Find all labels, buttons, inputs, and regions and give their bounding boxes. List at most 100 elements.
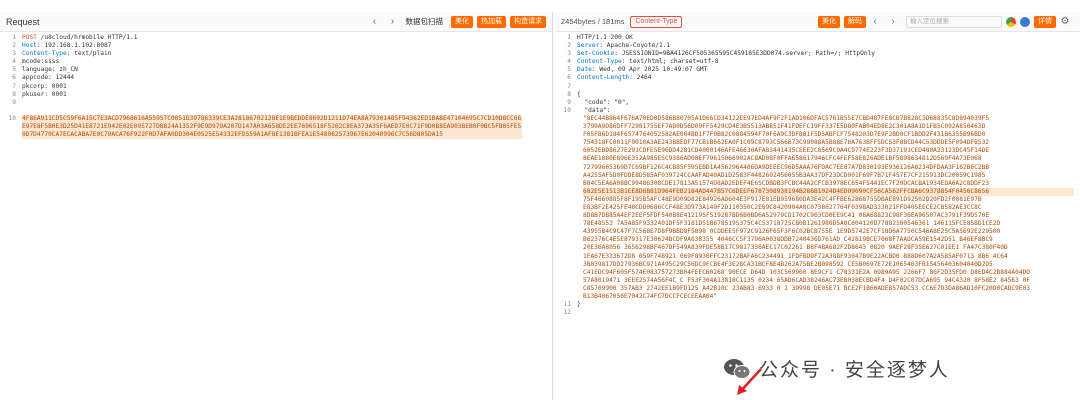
detail-button[interactable]: 详情: [1034, 15, 1056, 28]
code-line: 7: [555, 83, 1080, 91]
header-name: Server: [577, 42, 600, 50]
response-editor[interactable]: 1 HTTP/1.1 200 OK 2 Server: Apache-Coyote/1…: [555, 34, 1080, 400]
response-size: 2454bytes / 181ms: [561, 17, 625, 26]
ciphertext-row: C41EDC94F605F574E083757273B04FEECB0268 9…: [583, 268, 1031, 276]
chevron-left-icon[interactable]: ‹: [869, 16, 881, 28]
beautify-button[interactable]: 美化: [818, 15, 840, 28]
code-text: "code": "0",: [577, 98, 630, 106]
content-type-badge[interactable]: Content-Type: [630, 15, 683, 28]
request-path: /u8cloud/hrmobile HTTP/1.1: [36, 34, 138, 41]
line-number: 2: [12, 42, 16, 50]
ciphertext-row: 754318FC0011F0010A3AE2438BEDF77CB1B662EA…: [583, 139, 990, 147]
browser-icon[interactable]: [1020, 16, 1030, 27]
ciphertext-row: C85709900 357AB3 2742EE1B9FD125 A42B10C …: [583, 284, 1031, 292]
build-request-button[interactable]: 构造请求: [510, 15, 546, 28]
code-line: 10 4F86A911CD5C59F6A15C7E3ACD7968616A5595…: [0, 114, 552, 140]
response-toolbar: 2454bytes / 181ms Content-Type 美化 解码 ‹ ›…: [555, 12, 1080, 32]
line-number: 3: [12, 50, 16, 58]
code-line: 7 pkcorp: 0001: [0, 83, 552, 91]
code-line: 1 POST /u8cloud/hrmobile HTTP/1.1: [0, 34, 552, 42]
header-value: : 2464: [629, 74, 652, 82]
header-name: Content-Type: [577, 58, 622, 66]
ciphertext-row: 72799665369D7C69BF126C4C885F595EBD1A4562…: [583, 163, 990, 171]
code-line: 9 "code": "0",: [555, 99, 1080, 107]
ciphertext-row: 8D8B7DB85A4EF2EEF5FDF540B8E412195F519287…: [583, 212, 990, 220]
header-name: Date: [577, 66, 592, 74]
request-editor[interactable]: 1 POST /u8cloud/hrmobile HTTP/1.1 2 Host: 1…: [0, 34, 552, 400]
beautify-button[interactable]: 美化: [451, 15, 473, 28]
header-value: : Apache-Coyote/1.1: [599, 42, 671, 50]
ciphertext-row: 8EAE1880E896E352A985E5C9386AD00EF7961506…: [583, 155, 982, 163]
ciphertext-row: 78E48553 7A5A85F9332401DF5F3181D51867851…: [583, 220, 1001, 228]
line-number: 5: [12, 66, 16, 74]
request-pane: Request ‹ › 数据包扫描 美化 热加载 构造请求 1 POST /u8c…: [0, 12, 553, 400]
line-number: 6: [12, 74, 16, 82]
settings-icon[interactable]: ⚙: [1059, 16, 1071, 28]
response-pane: 2454bytes / 181ms Content-Type 美化 解码 ‹ ›…: [555, 12, 1080, 400]
code-line: 11}: [555, 301, 1080, 309]
line-number: 1: [567, 34, 571, 41]
chevron-right-icon[interactable]: ›: [387, 16, 399, 28]
line-number: 10: [8, 114, 16, 122]
header-name: Content-Type: [22, 50, 67, 58]
ciphertext-row: 43955B4C9C47F7C568E7D8F9BBD8F5898 0CDDEE…: [583, 228, 1001, 236]
response-data-ciphertext[interactable]: "8EC44B864F676A70ED0D586B80705A1D66CD341…: [555, 115, 1080, 301]
code-text: pkuser: 0001: [22, 90, 67, 98]
ciphertext-row: B13B4067056E7042C74FC7DCCFCECEEAA04": [583, 293, 718, 300]
header-name: Host: [22, 42, 37, 50]
ciphertext-row: "8EC44B864F676A70ED0D586B80705A1D66CD341…: [583, 114, 990, 122]
code-line: 3 Content-Type: text/plain: [0, 50, 552, 58]
request-body-ciphertext[interactable]: 4F86A911CD5C59F6A15C7E3ACD7968616A55957C…: [22, 114, 522, 140]
code-line: 12: [555, 309, 1080, 317]
chevron-right-icon[interactable]: ›: [887, 16, 899, 28]
ciphertext-row: F05FB6D184F6574764052582AE004BD1F7F0B82C…: [583, 131, 986, 139]
line-number: 3: [567, 50, 571, 58]
code-line: 1 HTTP/1.1 200 OK: [555, 34, 1080, 42]
header-name: Set-Cookie: [577, 50, 615, 58]
request-title: Request: [6, 16, 40, 27]
ciphertext-row: A4255AF5D0FDDE8D585AF039724CCAAFAD40AD1D…: [583, 171, 986, 179]
ciphertext-row: 75F4660885F8F195B5AFC48E9D09D82E84926AD6…: [583, 195, 982, 203]
chrome-icon[interactable]: [1006, 16, 1016, 27]
code-line: 3 Set-Cookie: JSESSIONID=9BA4126CF5053655…: [555, 50, 1080, 58]
hot-reload-button[interactable]: 热加载: [477, 15, 506, 28]
http-method: POST: [22, 34, 37, 41]
decode-button[interactable]: 解码: [844, 15, 866, 28]
line-number: 7: [567, 82, 571, 90]
line-number: 8: [12, 90, 16, 98]
line-number: 9: [567, 98, 571, 106]
request-toolbar: Request ‹ › 数据包扫描 美化 热加载 构造请求: [0, 12, 552, 32]
line-number: 11: [563, 301, 571, 309]
chevron-left-icon[interactable]: ‹: [369, 16, 381, 28]
ciphertext-row: 682E5E1513B1EE8D6B81D964FEB2184AD447B57C…: [583, 187, 1074, 196]
line-number: 1: [12, 34, 16, 41]
red-arrow-annotation: [737, 368, 762, 395]
line-number: 2: [567, 42, 571, 50]
code-text: appcode: 12444: [22, 74, 75, 82]
line-number: 7: [12, 82, 16, 90]
search-input[interactable]: 输入定位搜索: [906, 15, 1002, 28]
code-line: 4 Content-Type: text/html; charset=utf-8: [555, 58, 1080, 66]
ciphertext-row: 57A8019471 3EEE2574A56F4C C F53F304A1381…: [583, 276, 1031, 284]
header-value: : 192.168.1.102:8087: [36, 42, 112, 50]
line-number: 6: [567, 74, 571, 82]
code-line: 2 Server: Apache-Coyote/1.1: [555, 42, 1080, 50]
code-line: 8{: [555, 91, 1080, 99]
line-number: 9: [12, 98, 16, 106]
packet-scan-link[interactable]: 数据包扫描: [406, 16, 444, 27]
line-number: 10: [563, 106, 571, 114]
header-value: : text/html; charset=utf-8: [621, 58, 719, 66]
header-name: Content-Length: [577, 74, 630, 82]
code-line: 9: [0, 99, 552, 107]
line-number: 12: [563, 309, 571, 317]
code-line: 8 pkuser: 0001: [0, 91, 552, 99]
header-value: : JSESSIONID=9BA4126CF505365595C459165E3…: [614, 50, 876, 58]
code-text: {: [577, 90, 581, 98]
watermark-text: 公众号 · 安全逐梦人: [759, 360, 950, 381]
code-text: pkcorp: 0001: [22, 82, 67, 90]
code-line: 2 Host: 192.168.1.102:8087: [0, 42, 552, 50]
ciphertext-row: 3B839817DD27936BC971A495C29C56DC9FCBE4F3…: [583, 260, 993, 268]
ciphertext-row: 6052EBD8627E291CDFE5E96DD4281CD4000146AF…: [583, 147, 990, 155]
line-number: 4: [567, 58, 571, 66]
code-line: 5 language: zh_CN: [0, 66, 552, 74]
